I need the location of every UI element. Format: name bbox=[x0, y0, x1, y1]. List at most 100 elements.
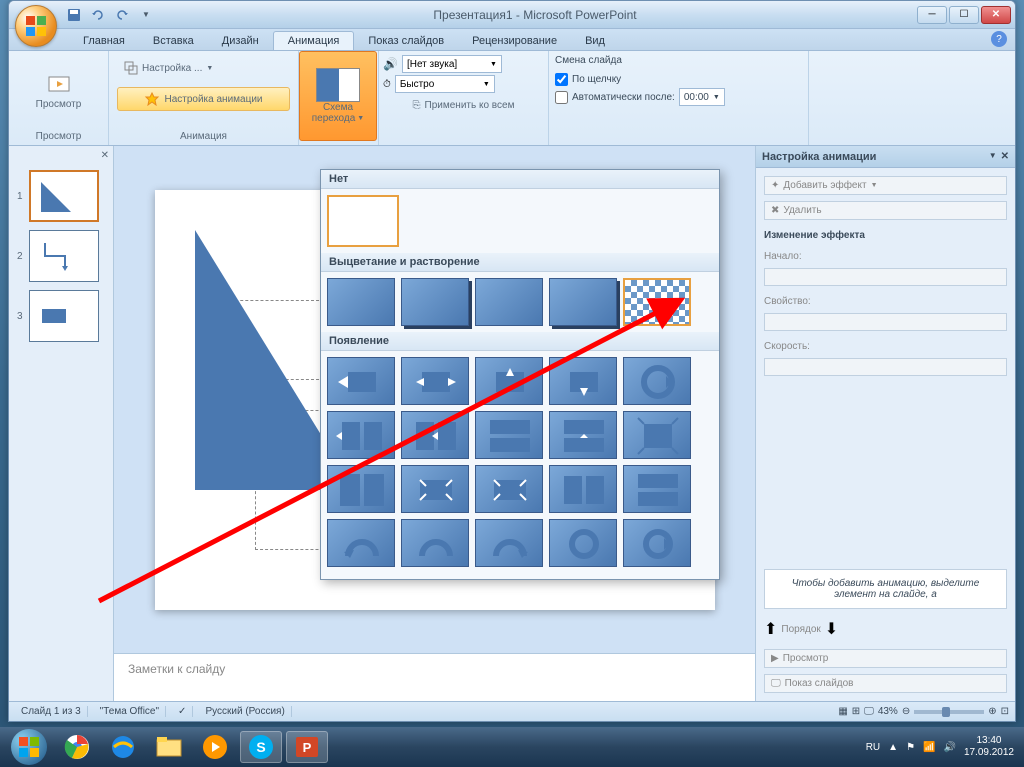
auto-after-checkbox[interactable] bbox=[555, 91, 568, 104]
transition-sound-dropdown[interactable]: [Нет звука]▼ bbox=[402, 55, 502, 73]
transition-item[interactable] bbox=[475, 465, 543, 513]
transition-item[interactable] bbox=[327, 357, 395, 405]
transition-item[interactable] bbox=[475, 411, 543, 459]
remove-effect-button[interactable]: ✖ Удалить bbox=[764, 201, 1007, 220]
transition-fade-4[interactable] bbox=[549, 278, 617, 326]
transition-item[interactable] bbox=[401, 465, 469, 513]
transition-item[interactable] bbox=[623, 411, 691, 459]
slides-panel: ✕ 1 2 3 bbox=[9, 146, 114, 701]
advance-slide-label: Смена слайда bbox=[555, 55, 802, 66]
transition-item[interactable] bbox=[549, 357, 617, 405]
transition-none[interactable] bbox=[327, 195, 399, 247]
skype-icon[interactable]: S bbox=[240, 731, 282, 763]
property-dropdown[interactable] bbox=[764, 313, 1007, 331]
transition-item[interactable] bbox=[549, 411, 617, 459]
play-button[interactable]: ▶Просмотр bbox=[764, 649, 1007, 668]
play-icon: ▶ bbox=[771, 653, 779, 664]
start-label: Начало: bbox=[764, 251, 1007, 262]
transition-gallery: Нет Выцветание и растворение Появление bbox=[320, 169, 720, 580]
speed-dropdown[interactable] bbox=[764, 358, 1007, 376]
view-slideshow-icon[interactable]: 🖵 bbox=[864, 706, 874, 717]
tray-flag-icon[interactable]: ⚑ bbox=[906, 742, 915, 753]
transition-item[interactable] bbox=[549, 519, 617, 567]
transition-item[interactable] bbox=[327, 519, 395, 567]
slideshow-button[interactable]: 🖵Показ слайдов bbox=[764, 674, 1007, 693]
language-label[interactable]: Русский (Россия) bbox=[199, 706, 291, 717]
animate-dropdown[interactable]: Настройка ...▼ bbox=[117, 57, 220, 79]
tab-home[interactable]: Главная bbox=[69, 32, 139, 50]
spellcheck-icon[interactable]: ✓ bbox=[172, 706, 193, 717]
tab-insert[interactable]: Вставка bbox=[139, 32, 208, 50]
slide-thumb-1[interactable] bbox=[29, 170, 99, 222]
transition-item[interactable] bbox=[401, 357, 469, 405]
tab-view[interactable]: Вид bbox=[571, 32, 619, 50]
tray-lang[interactable]: RU bbox=[866, 742, 880, 753]
taskpane-dropdown-icon[interactable]: ▼ bbox=[989, 151, 997, 162]
explorer-icon[interactable] bbox=[148, 731, 190, 763]
chrome-icon[interactable] bbox=[56, 731, 98, 763]
view-normal-icon[interactable]: ▦ bbox=[838, 706, 847, 717]
transition-item[interactable] bbox=[401, 411, 469, 459]
add-effect-button[interactable]: ✦ Добавить эффект▼ bbox=[764, 176, 1007, 195]
transition-scheme-button[interactable]: Схема перехода▼ bbox=[299, 51, 377, 141]
start-dropdown[interactable] bbox=[764, 268, 1007, 286]
transition-dissolve[interactable] bbox=[623, 278, 691, 326]
notes-area[interactable]: Заметки к слайду bbox=[114, 653, 755, 701]
apply-to-all-button[interactable]: ⎘ Применить ко всем bbox=[383, 95, 544, 115]
save-icon[interactable] bbox=[65, 6, 83, 24]
on-click-checkbox[interactable] bbox=[555, 73, 568, 86]
zoom-slider[interactable] bbox=[914, 710, 984, 714]
slide-thumb-2[interactable] bbox=[29, 230, 99, 282]
slide-thumb-3[interactable] bbox=[29, 290, 99, 342]
tab-slideshow[interactable]: Показ слайдов bbox=[354, 32, 458, 50]
transition-fade-1[interactable] bbox=[327, 278, 395, 326]
reorder-up-icon[interactable]: ⬆ bbox=[764, 619, 777, 639]
transition-item[interactable] bbox=[327, 411, 395, 459]
start-button[interactable] bbox=[4, 728, 54, 766]
tray-volume-icon[interactable]: 🔊 bbox=[943, 742, 955, 753]
transition-fade-3[interactable] bbox=[475, 278, 543, 326]
custom-animation-button[interactable]: Настройка анимации bbox=[117, 87, 290, 111]
undo-icon[interactable] bbox=[89, 6, 107, 24]
transition-item[interactable] bbox=[549, 465, 617, 513]
property-label: Свойство: bbox=[764, 296, 1007, 307]
tray-arrow-icon[interactable]: ▲ bbox=[888, 742, 898, 753]
tab-review[interactable]: Рецензирование bbox=[458, 32, 571, 50]
qat-dropdown-icon[interactable]: ▼ bbox=[137, 6, 155, 24]
transition-item[interactable] bbox=[623, 519, 691, 567]
tray-network-icon[interactable]: 📶 bbox=[923, 742, 935, 753]
preview-button[interactable]: Просмотр bbox=[13, 53, 104, 129]
transition-item[interactable] bbox=[475, 357, 543, 405]
tray-clock[interactable]: 13:40 17.09.2012 bbox=[964, 735, 1014, 759]
reorder-down-icon[interactable]: ⬇ bbox=[825, 619, 838, 639]
transition-item[interactable] bbox=[327, 465, 395, 513]
taskpane-close-icon[interactable]: ✕ bbox=[1001, 151, 1009, 162]
close-button[interactable]: ✕ bbox=[981, 6, 1011, 24]
ie-icon[interactable] bbox=[102, 731, 144, 763]
wmp-icon[interactable] bbox=[194, 731, 236, 763]
fit-to-window-icon[interactable]: ⊡ bbox=[1001, 706, 1009, 717]
ribbon-tabs: Главная Вставка Дизайн Анимация Показ сл… bbox=[9, 29, 1015, 51]
transition-fade-2[interactable] bbox=[401, 278, 469, 326]
transition-item[interactable] bbox=[401, 519, 469, 567]
transition-item[interactable] bbox=[623, 357, 691, 405]
minimize-button[interactable]: ─ bbox=[917, 6, 947, 24]
redo-icon[interactable] bbox=[113, 6, 131, 24]
transition-speed-dropdown[interactable]: Быстро▼ bbox=[395, 75, 495, 93]
auto-after-time-input[interactable]: 00:00▼ bbox=[679, 88, 725, 106]
tab-animation[interactable]: Анимация bbox=[273, 31, 355, 50]
maximize-button[interactable]: ☐ bbox=[949, 6, 979, 24]
gallery-section-none: Нет bbox=[321, 170, 719, 189]
office-button[interactable] bbox=[15, 5, 57, 47]
view-sorter-icon[interactable]: ⊞ bbox=[852, 706, 860, 717]
transition-item[interactable] bbox=[475, 519, 543, 567]
zoom-out-icon[interactable]: ⊖ bbox=[902, 706, 910, 717]
tab-design[interactable]: Дизайн bbox=[208, 32, 273, 50]
panel-close-icon[interactable]: ✕ bbox=[101, 150, 109, 161]
taskpane-hint: Чтобы добавить анимацию, выделите элемен… bbox=[764, 569, 1007, 609]
powerpoint-taskbar-icon[interactable]: P bbox=[286, 731, 328, 763]
transition-item[interactable] bbox=[623, 465, 691, 513]
help-icon[interactable]: ? bbox=[991, 31, 1007, 47]
apply-all-icon: ⎘ bbox=[413, 100, 421, 111]
zoom-in-icon[interactable]: ⊕ bbox=[988, 706, 996, 717]
